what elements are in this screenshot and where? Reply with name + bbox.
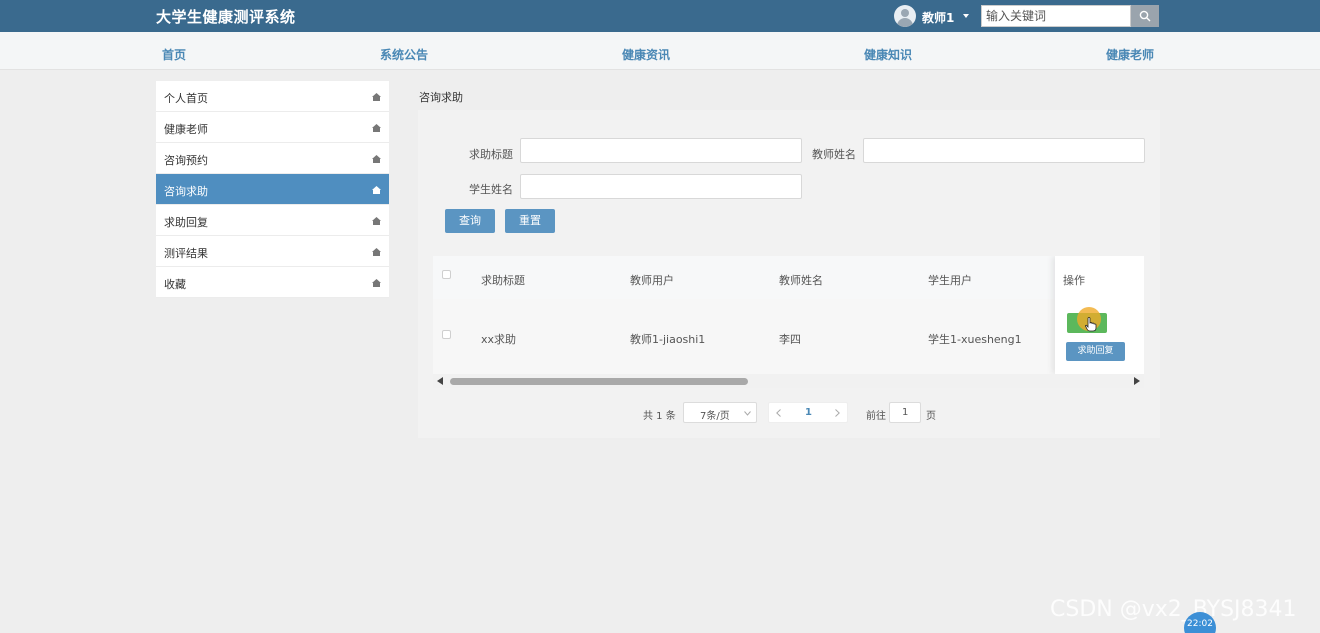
home-icon bbox=[372, 93, 381, 101]
goto-page-input[interactable]: 1 bbox=[889, 402, 921, 423]
search-button[interactable] bbox=[1131, 5, 1159, 27]
sidebar-item-favorites[interactable]: 收藏 bbox=[156, 267, 389, 298]
main-nav: 首页 系统公告 健康资讯 健康知识 健康老师 bbox=[0, 32, 1320, 70]
sidebar-item-consult-appointment[interactable]: 咨询预约 bbox=[156, 143, 389, 174]
home-icon bbox=[372, 155, 381, 163]
top-bar: 大学生健康测评系统 教师1 bbox=[0, 0, 1320, 32]
cell-help-title: xx求助 bbox=[481, 333, 517, 346]
pager: 1 bbox=[768, 402, 848, 423]
sidebar-item-personal-home[interactable]: 个人首页 bbox=[156, 81, 389, 112]
page-size-value: 7条/页 bbox=[700, 411, 730, 422]
student-name-label: 学生姓名 bbox=[469, 183, 513, 196]
sidebar: 个人首页 健康老师 咨询预约 咨询求助 求助回复 测评结果 收藏 bbox=[156, 81, 389, 298]
column-header: 操作 bbox=[1063, 274, 1085, 287]
column-header: 教师姓名 bbox=[779, 274, 823, 287]
sidebar-item-label: 个人首页 bbox=[164, 92, 208, 105]
sidebar-item-label: 收藏 bbox=[164, 278, 186, 291]
total-count: 共 1 条 bbox=[643, 411, 676, 422]
nav-home[interactable]: 首页 bbox=[162, 46, 186, 63]
nav-announcements[interactable]: 系统公告 bbox=[380, 46, 428, 63]
column-header: 教师用户 bbox=[630, 274, 674, 287]
page-size-select[interactable]: 7条/页 bbox=[683, 402, 757, 423]
sidebar-item-consult-help[interactable]: 咨询求助 bbox=[156, 174, 389, 205]
teacher-name-label: 教师姓名 bbox=[812, 148, 856, 161]
cell-teacher-name: 李四 bbox=[779, 333, 801, 346]
next-page-icon[interactable] bbox=[835, 409, 840, 417]
sidebar-item-label: 健康老师 bbox=[164, 123, 208, 136]
sidebar-item-label: 咨询预约 bbox=[164, 154, 208, 167]
scroll-right-icon[interactable] bbox=[1134, 377, 1140, 385]
chevron-down-icon[interactable] bbox=[963, 14, 969, 18]
watermark: CSDN @vx2_BYSJ8341 bbox=[1050, 597, 1297, 622]
table-row: xx求助 教师1-jiaoshi1 李四 学生1-xuesheng1 bbox=[433, 299, 1144, 374]
column-header: 学生用户 bbox=[928, 274, 972, 287]
help-title-label: 求助标题 bbox=[469, 148, 513, 161]
sidebar-item-help-reply[interactable]: 求助回复 bbox=[156, 205, 389, 236]
scrollbar-thumb[interactable] bbox=[450, 378, 748, 385]
nav-health-news[interactable]: 健康资讯 bbox=[622, 46, 670, 63]
avatar-icon[interactable] bbox=[894, 5, 916, 27]
nav-health-knowledge[interactable]: 健康知识 bbox=[864, 46, 912, 63]
student-name-input[interactable] bbox=[520, 174, 802, 199]
sidebar-item-assessment-results[interactable]: 测评结果 bbox=[156, 236, 389, 267]
column-header: 求助标题 bbox=[481, 274, 525, 287]
reset-button[interactable]: 重置 bbox=[505, 209, 555, 233]
sidebar-item-label: 咨询求助 bbox=[164, 185, 208, 198]
main-panel: 求助标题 教师姓名 学生姓名 查询 重置 求助标题 教师用户 教师姓名 学生用户… bbox=[418, 110, 1160, 438]
prev-page-icon[interactable] bbox=[776, 409, 781, 417]
page-suffix: 页 bbox=[926, 411, 936, 422]
search-icon bbox=[1139, 10, 1151, 22]
sidebar-item-label: 测评结果 bbox=[164, 247, 208, 260]
row-checkbox[interactable] bbox=[442, 330, 451, 339]
home-icon bbox=[372, 124, 381, 132]
cell-student-user: 学生1-xuesheng1 bbox=[928, 333, 1022, 346]
help-table: 求助标题 教师用户 教师姓名 学生用户 xx求助 教师1-jiaoshi1 李四… bbox=[433, 256, 1144, 388]
teacher-name-input[interactable] bbox=[863, 138, 1145, 163]
chevron-down-icon bbox=[744, 411, 751, 416]
user-name[interactable]: 教师1 bbox=[922, 9, 954, 26]
help-title-input[interactable] bbox=[520, 138, 802, 163]
help-reply-button[interactable]: 求助回复 bbox=[1066, 342, 1125, 361]
actions-column: 操作 求助回复 bbox=[1055, 256, 1144, 374]
goto-page-value: 1 bbox=[902, 407, 909, 418]
sidebar-item-label: 求助回复 bbox=[164, 216, 208, 229]
search-input[interactable] bbox=[981, 5, 1131, 27]
horizontal-scrollbar[interactable] bbox=[433, 374, 1144, 388]
table-header: 求助标题 教师用户 教师姓名 学生用户 bbox=[433, 256, 1144, 299]
home-icon bbox=[372, 217, 381, 225]
scroll-left-icon[interactable] bbox=[437, 377, 443, 385]
home-icon bbox=[372, 279, 381, 287]
query-button[interactable]: 查询 bbox=[445, 209, 495, 233]
select-all-checkbox[interactable] bbox=[442, 270, 451, 279]
current-page[interactable]: 1 bbox=[805, 407, 812, 418]
sidebar-item-health-teachers[interactable]: 健康老师 bbox=[156, 112, 389, 143]
goto-label: 前往 bbox=[866, 411, 886, 422]
cell-teacher-user: 教师1-jiaoshi1 bbox=[630, 333, 706, 346]
hand-cursor-icon bbox=[1085, 317, 1097, 332]
home-icon bbox=[372, 248, 381, 256]
home-icon bbox=[372, 186, 381, 194]
app-title: 大学生健康测评系统 bbox=[156, 8, 296, 26]
nav-health-teachers[interactable]: 健康老师 bbox=[1106, 46, 1154, 63]
breadcrumb: 咨询求助 bbox=[419, 91, 463, 104]
